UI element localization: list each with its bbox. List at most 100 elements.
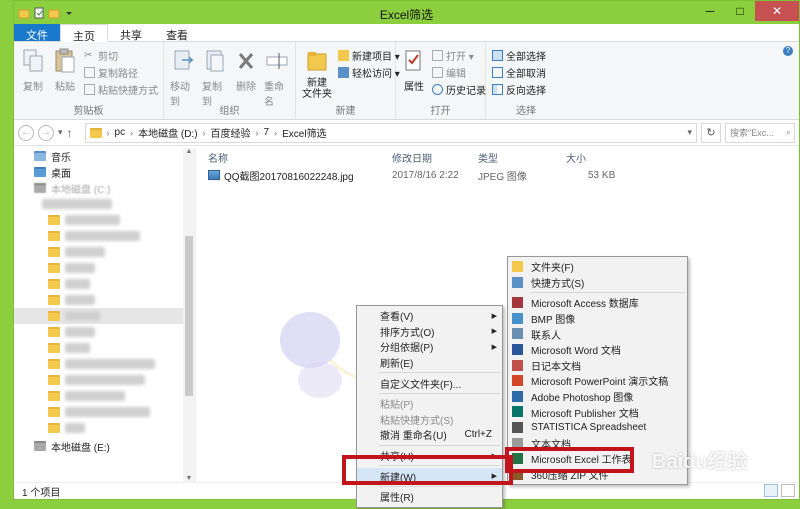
column-date[interactable]: 修改日期	[392, 150, 432, 165]
cut-button[interactable]: ✂ 剪切	[84, 48, 158, 63]
breadcrumb-pc[interactable]: pc	[115, 127, 126, 138]
submenu-item[interactable]: 联系人	[508, 326, 687, 342]
sidebar-item-drive-e[interactable]: 本地磁盘 (E:)	[14, 438, 195, 454]
copy-path-button[interactable]: 复制路径	[84, 65, 158, 80]
menu-item-new[interactable]: 新建(W) ▶	[357, 468, 502, 484]
breadcrumb-7[interactable]: 7	[264, 127, 270, 138]
breadcrumb-excel[interactable]: Excel筛选	[282, 125, 326, 140]
menu-item-view[interactable]: 查看(V) ▶	[357, 308, 502, 324]
context-menu: 查看(V) ▶ 排序方式(O) ▶ 分组依据(P) ▶ 刷新(E) 自定义文件夹(F)…	[356, 305, 503, 508]
menu-item-undo-rename[interactable]: 撤消 重命名(U) Ctrl+Z	[357, 427, 502, 443]
sidebar-item-blurred[interactable]	[14, 420, 195, 436]
breadcrumb-drive-d[interactable]: 本地磁盘 (D:)	[138, 125, 197, 140]
submenu-item[interactable]: 文本文档	[508, 436, 687, 452]
menu-item-group-by[interactable]: 分组依据(P) ▶	[357, 339, 502, 355]
sidebar-item-blurred[interactable]	[14, 340, 195, 356]
folder-icon	[48, 407, 60, 417]
sidebar-item-blurred[interactable]	[14, 196, 195, 212]
details-view-icon[interactable]	[764, 484, 778, 497]
select-none-button[interactable]: 全部取消	[492, 65, 546, 80]
paste-shortcut-button[interactable]: 粘贴快捷方式	[84, 82, 158, 97]
sidebar-item-selected[interactable]	[14, 308, 195, 324]
sidebar-item-blurred[interactable]	[14, 372, 195, 388]
minimize-button[interactable]: ─	[695, 1, 725, 21]
menu-item-paste-shortcut[interactable]: 粘贴快捷方式(S)	[357, 412, 502, 428]
up-button[interactable]: ↑	[67, 126, 73, 140]
submenu-item[interactable]: STATISTICA Spreadsheet	[508, 420, 687, 436]
customize-toolbar-icon[interactable]	[63, 7, 75, 19]
scrollbar-thumb[interactable]	[185, 236, 193, 396]
back-button[interactable]: ←	[18, 124, 34, 141]
drive-e-icon	[34, 441, 46, 451]
submenu-item[interactable]: Microsoft Access 数据库	[508, 295, 687, 311]
sidebar-scrollbar[interactable]: ▲ ▼	[183, 148, 195, 482]
menu-separator	[379, 485, 500, 487]
music-icon	[34, 151, 46, 161]
sidebar-item-drive-c[interactable]: 本地磁盘 (C:)	[14, 180, 195, 196]
file-row[interactable]: QQ截图20170816022248.jpg 2017/8/16 2:22 JP…	[196, 166, 799, 184]
search-input[interactable]: 搜索"Exc... ⌕	[725, 122, 795, 143]
column-name[interactable]: 名称	[208, 150, 228, 165]
tab-view[interactable]: 查看	[154, 24, 200, 42]
address-dropdown-icon[interactable]: ▾	[687, 127, 692, 138]
sidebar-item-blurred[interactable]	[14, 404, 195, 420]
maximize-button[interactable]: □	[725, 1, 755, 21]
scroll-up-icon[interactable]: ▲	[183, 148, 195, 155]
recent-locations-icon[interactable]: ▾	[58, 127, 63, 138]
properties-quick-icon[interactable]	[33, 7, 45, 19]
submenu-item[interactable]: 日记本文档	[508, 358, 687, 374]
sidebar-item-blurred[interactable]	[14, 388, 195, 404]
folder-icon	[48, 423, 60, 433]
open-group-label: 打开	[430, 106, 451, 117]
submenu-item[interactable]: 360压缩 ZIP 文件	[508, 467, 687, 483]
address-bar[interactable]: › pc › 本地磁盘 (D:) › 百度经验 › 7 › Excel筛选 ▾	[84, 122, 697, 143]
submenu-item[interactable]: Microsoft Word 文档	[508, 342, 687, 358]
edit-button[interactable]: 编辑	[432, 65, 486, 80]
sidebar-item-music[interactable]: 音乐	[14, 148, 195, 164]
sidebar-item-blurred[interactable]	[14, 292, 195, 308]
open-button[interactable]: 打开 ▾	[432, 48, 486, 63]
close-button[interactable]: ✕	[755, 1, 799, 21]
menu-item-customize-folder[interactable]: 自定义文件夹(F)...	[357, 375, 502, 391]
tab-home[interactable]: 主页	[60, 24, 108, 43]
large-icons-view-icon[interactable]	[781, 484, 795, 497]
submenu-item[interactable]: Adobe Photoshop 图像	[508, 389, 687, 405]
invert-selection-button[interactable]: 反向选择	[492, 82, 546, 97]
column-size[interactable]: 大小	[566, 150, 586, 165]
history-button[interactable]: 历史记录	[432, 82, 486, 97]
easy-access-button[interactable]: 轻松访问 ▾	[338, 65, 400, 80]
select-group: 全部选择 全部取消 反向选择 选择	[486, 42, 566, 119]
sidebar-item-desktop[interactable]: 桌面	[14, 164, 195, 180]
menu-item-paste[interactable]: 粘贴(P)	[357, 396, 502, 412]
new-folder-quick-icon[interactable]	[48, 7, 60, 19]
new-item-button[interactable]: 新建项目 ▾	[338, 48, 400, 63]
refresh-button[interactable]: ↻	[701, 122, 721, 143]
menu-item-sort-by[interactable]: 排序方式(O) ▶	[357, 324, 502, 340]
forward-button[interactable]: →	[38, 124, 54, 141]
select-all-button[interactable]: 全部选择	[492, 48, 546, 63]
submenu-item[interactable]: 文件夹(F)	[508, 259, 687, 275]
sidebar-item-blurred[interactable]	[14, 276, 195, 292]
tab-file[interactable]: 文件	[14, 24, 60, 42]
help-icon[interactable]: ?	[783, 46, 793, 56]
tab-share[interactable]: 共享	[108, 24, 154, 42]
breadcrumb-baidu[interactable]: 百度经验	[211, 125, 251, 140]
sidebar-item-blurred[interactable]	[14, 212, 195, 228]
submenu-item[interactable]: Microsoft PowerPoint 演示文稿	[508, 373, 687, 389]
submenu-item[interactable]: 快捷方式(S)	[508, 275, 687, 291]
clipboard-group: 复制 粘贴 ✂ 剪切 复制路径 粘贴快捷方式 剪贴板	[14, 42, 164, 119]
sidebar-item-blurred[interactable]	[14, 244, 195, 260]
sidebar-item-blurred[interactable]	[14, 228, 195, 244]
submenu-item[interactable]: Microsoft Excel 工作表	[508, 451, 687, 467]
menu-item-refresh[interactable]: 刷新(E)	[357, 355, 502, 371]
scroll-down-icon[interactable]: ▼	[183, 475, 195, 482]
menu-item-properties[interactable]: 属性(R)	[357, 489, 502, 505]
sidebar-item-blurred[interactable]	[14, 260, 195, 276]
sidebar-item-blurred[interactable]	[14, 356, 195, 372]
column-type[interactable]: 类型	[478, 150, 498, 165]
submenu-item[interactable]: BMP 图像	[508, 311, 687, 327]
menu-item-share[interactable]: 共享(H) ▶	[357, 448, 502, 464]
folder-icon	[48, 343, 60, 353]
sidebar-item-blurred[interactable]	[14, 324, 195, 340]
submenu-item[interactable]: Microsoft Publisher 文档	[508, 404, 687, 420]
